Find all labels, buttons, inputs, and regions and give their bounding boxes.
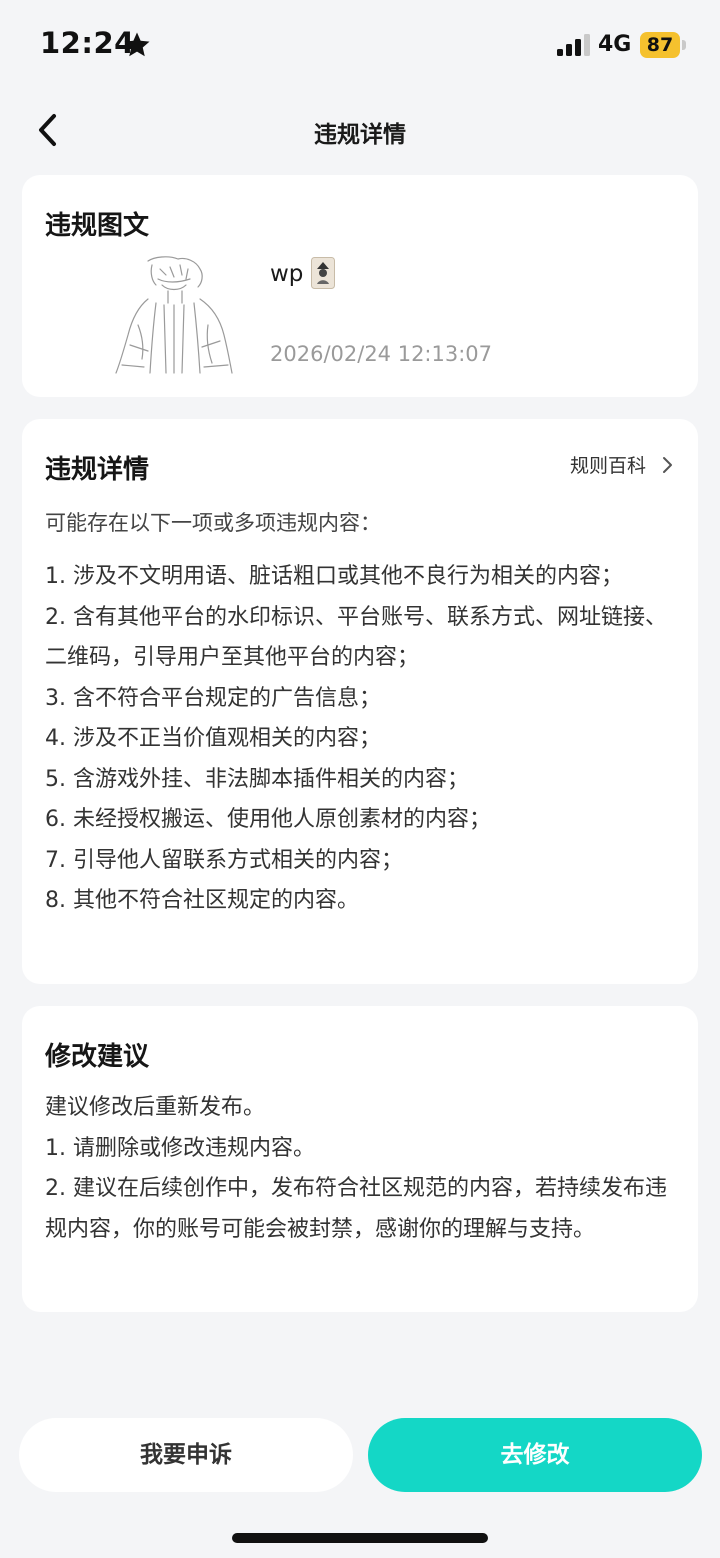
list-item: 4. 涉及不正当价值观相关的内容； [45, 726, 381, 751]
post-thumbnail[interactable] [108, 255, 238, 375]
violation-intro: 可能存在以下一项或多项违规内容： [45, 511, 381, 535]
list-item: 1. 涉及不文明用语、脏话粗口或其他不良行为相关的内容； [45, 564, 623, 589]
violation-detail-card: 违规详情 规则百科 可能存在以下一项或多项违规内容： 1. 涉及不文明用语、脏话… [22, 419, 698, 984]
home-indicator [232, 1533, 488, 1543]
violation-detail-title: 违规详情 [45, 455, 150, 485]
battery-level: 87 [640, 32, 680, 58]
list-item: 6. 未经授权搬运、使用他人原创素材的内容； [45, 807, 491, 832]
appeal-button[interactable]: 我要申诉 [19, 1418, 353, 1492]
list-item: 7. 引导他人留联系方式相关的内容； [45, 847, 403, 873]
list-item: 1. 请删除或修改违规内容。 [45, 1135, 315, 1161]
modify-button[interactable]: 去修改 [368, 1418, 702, 1492]
star-icon [124, 32, 150, 57]
list-item: 2. 含有其他平台的水印标识、平台账号、联系方式、网址链接、二维码，引导用户至其… [45, 604, 667, 671]
signal-icon [557, 34, 590, 56]
rules-encyclopedia-link[interactable]: 规则百科 [570, 451, 674, 478]
list-item: 2. 建议在后续创作中，发布符合社区规范的内容，若持续发布违规内容，你的账号可能… [45, 1176, 667, 1242]
list-item: 3. 含不符合平台规定的广告信息； [45, 685, 381, 711]
battery-tip [682, 40, 686, 50]
post-card: 违规图文 wp 2026/02/24 12:13:07 [22, 175, 698, 397]
suggestion-title: 修改建议 [45, 1042, 150, 1072]
status-time: 12:24 [40, 26, 135, 60]
suggestion-list: 建议修改后重新发布。 1. 请删除或修改违规内容。 2. 建议在后续创作中，发布… [45, 1088, 675, 1250]
suggestion-card: 修改建议 建议修改后重新发布。 1. 请删除或修改违规内容。 2. 建议在后续创… [22, 1006, 698, 1312]
chevron-right-icon [663, 456, 672, 473]
page-title: 违规详情 [314, 122, 406, 148]
list-item: 8. 其他不符合社区规定的内容。 [45, 888, 359, 913]
rules-link-label: 规则百科 [569, 455, 646, 477]
status-bar: 12:24 4G 87 [0, 0, 720, 90]
post-timestamp: 2026/02/24 12:13:07 [270, 342, 493, 366]
author-name: wp [270, 261, 304, 287]
network-type: 4G [598, 32, 632, 57]
post-card-title: 违规图文 [45, 211, 150, 241]
list-item: 5. 含游戏外挂、非法脚本插件相关的内容； [45, 766, 469, 792]
suggestion-intro: 建议修改后重新发布。 [45, 1095, 266, 1120]
avatar-badge-icon [311, 257, 335, 289]
violation-list: 1. 涉及不文明用语、脏话粗口或其他不良行为相关的内容； 2. 含有其他平台的水… [45, 557, 675, 922]
